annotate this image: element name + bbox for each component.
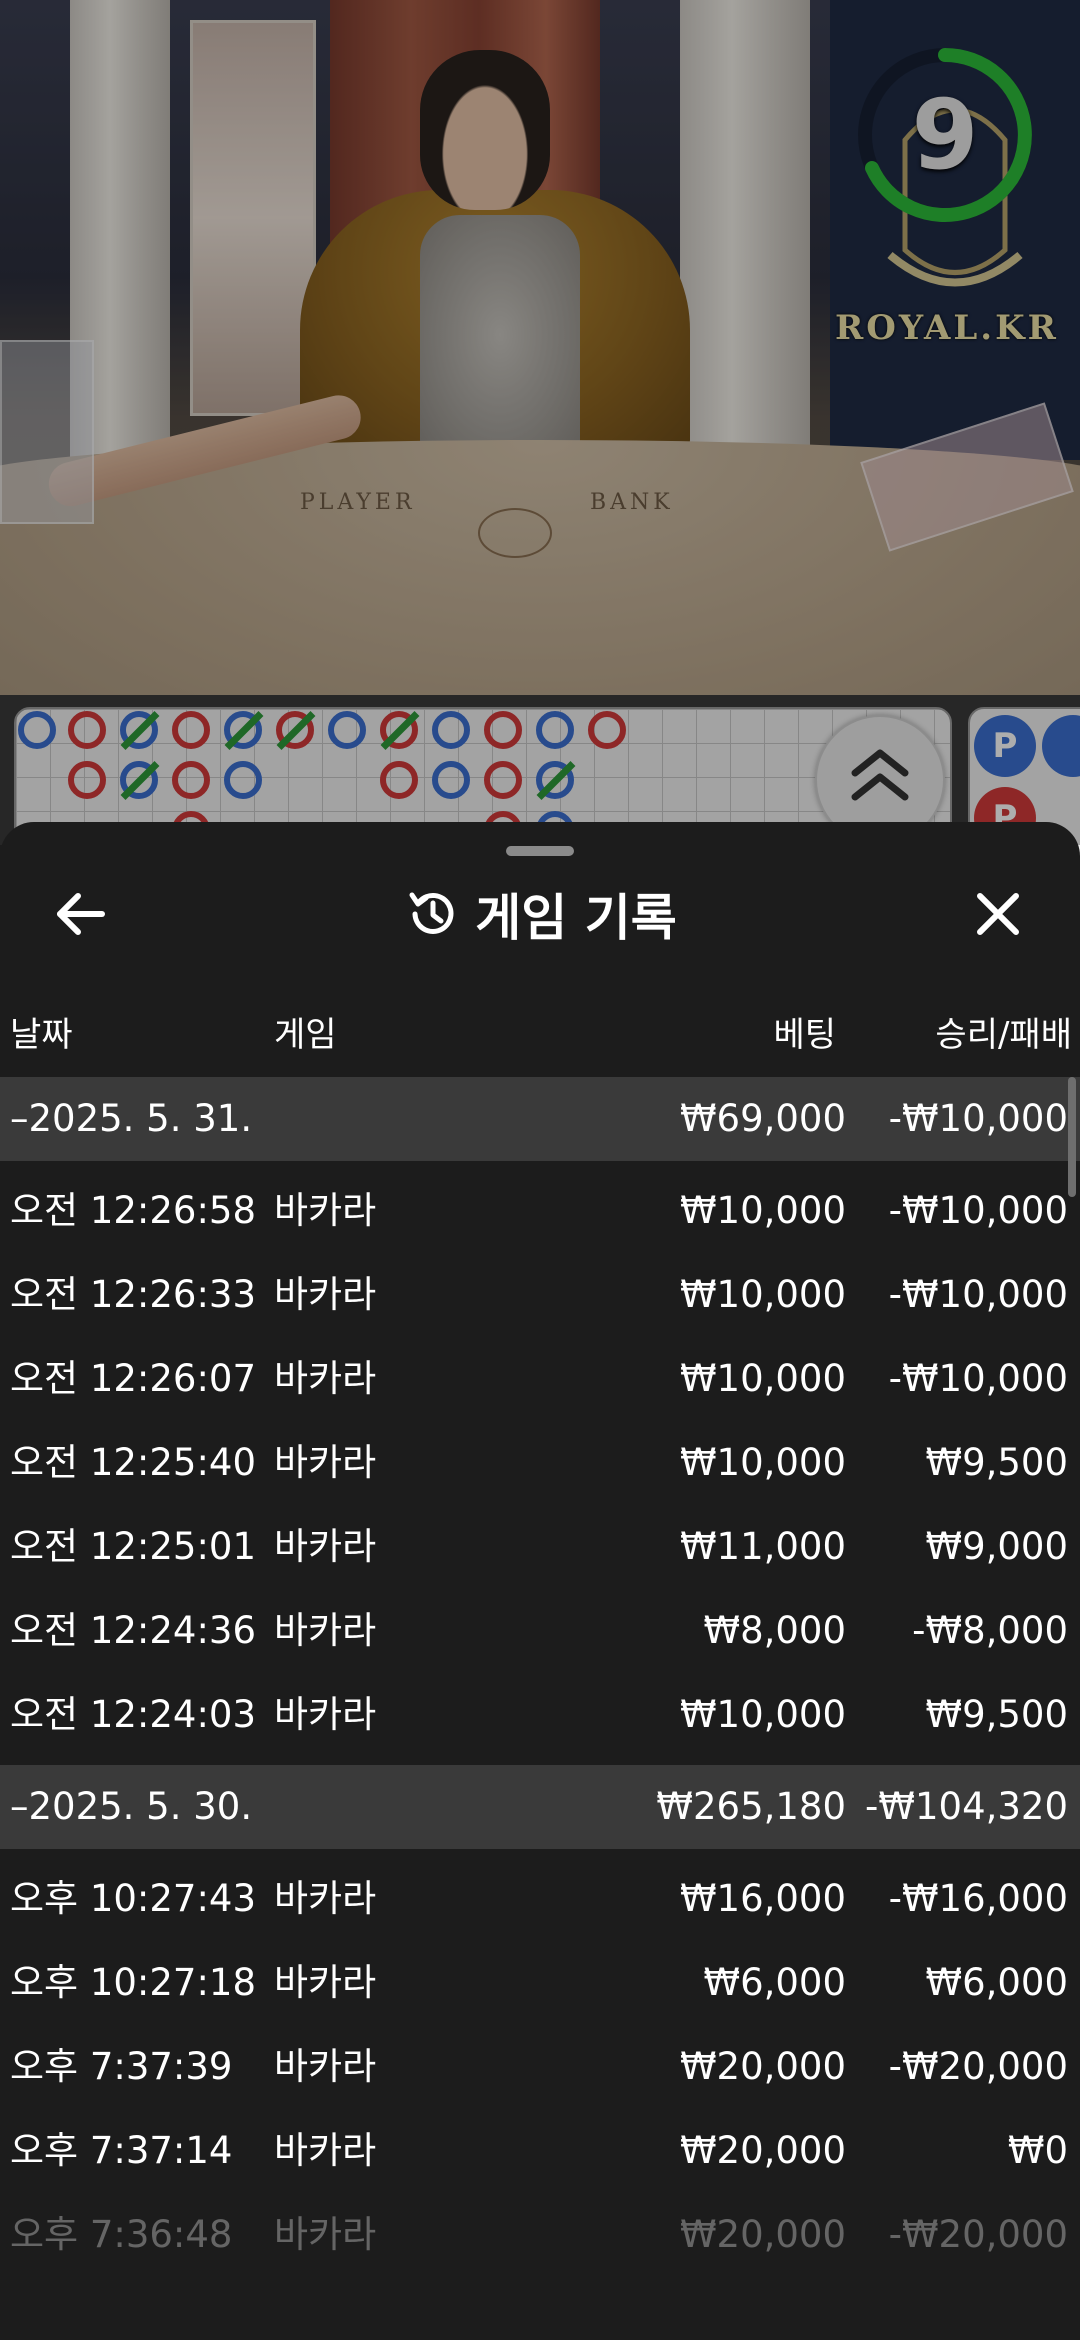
row-time: 오전 12:25:01 [10,1525,257,1568]
history-row[interactable]: 오후 10:27:43 바카라 ₩16,000 -₩16,000 [0,1857,1080,1941]
day-date: –2025. 5. 30. [10,1785,253,1828]
row-result: -₩8,000 [912,1609,1068,1652]
row-bet: ₩10,000 [679,1189,846,1232]
history-row[interactable]: 오전 12:25:40 바카라 ₩10,000 ₩9,500 [0,1421,1080,1505]
column-header-result: 승리/패배 [935,1015,1072,1055]
row-game: 바카라 [274,1273,377,1316]
row-time: 오전 12:26:33 [10,1273,257,1316]
sheet-title: 게임 기록 [475,889,677,947]
scrollbar[interactable] [1068,1077,1076,1197]
history-row[interactable]: 오전 12:24:03 바카라 ₩10,000 ₩9,500 [0,1673,1080,1757]
row-result: -₩20,000 [888,2045,1068,2088]
column-header-date: 날짜 [10,1015,73,1055]
row-game: 바카라 [274,1525,377,1568]
row-result: -₩10,000 [888,1189,1068,1232]
row-result: -₩10,000 [888,1273,1068,1316]
row-bet: ₩10,000 [679,1273,846,1316]
row-result: ₩9,500 [925,1693,1068,1736]
row-bet: ₩20,000 [679,2045,846,2088]
row-time: 오전 12:24:36 [10,1609,257,1652]
day-bet-total: ₩265,180 [656,1785,846,1828]
row-game: 바카라 [274,2045,377,2088]
day-result-total: -₩104,320 [865,1785,1068,1828]
history-row[interactable]: 오후 7:37:39 바카라 ₩20,000 -₩20,000 [0,2025,1080,2109]
day-date: –2025. 5. 31. [10,1097,253,1140]
row-game: 바카라 [274,1609,377,1652]
history-icon [409,892,454,934]
day-bet-total: ₩69,000 [679,1097,846,1140]
row-time: 오전 12:26:58 [10,1189,257,1232]
history-row[interactable]: 오전 12:26:33 바카라 ₩10,000 -₩10,000 [0,1253,1080,1337]
row-time: 오후 10:27:18 [10,1961,257,2004]
day-result-total: -₩10,000 [888,1097,1068,1140]
row-game: 바카라 [274,2213,377,2256]
row-bet: ₩10,000 [679,1357,846,1400]
row-game: 바카라 [274,1693,377,1736]
day-summary-row[interactable]: –2025. 5. 31. ₩69,000 -₩10,000 [0,1077,1080,1161]
row-time: 오후 7:36:48 [10,2213,233,2256]
history-row[interactable]: 오전 12:26:07 바카라 ₩10,000 -₩10,000 [0,1337,1080,1421]
row-game: 바카라 [274,1877,377,1920]
close-button[interactable] [966,882,1030,946]
row-time: 오전 12:24:03 [10,1693,257,1736]
row-result: -₩10,000 [888,1357,1068,1400]
row-result: ₩9,000 [925,1525,1068,1568]
row-bet: ₩10,000 [679,1441,846,1484]
history-row[interactable]: 오전 12:25:01 바카라 ₩11,000 ₩9,000 [0,1505,1080,1589]
sheet-header: 게임 기록 [0,874,1080,954]
row-time: 오전 12:25:40 [10,1441,257,1484]
row-game: 바카라 [274,1961,377,2004]
row-bet: ₩16,000 [679,1877,846,1920]
drag-handle[interactable] [506,846,574,856]
row-time: 오전 12:26:07 [10,1357,257,1400]
row-bet: ₩8,000 [703,1609,846,1652]
row-bet: ₩11,000 [679,1525,846,1568]
row-time: 오후 10:27:43 [10,1877,257,1920]
row-bet: ₩6,000 [703,1961,846,2004]
row-result: -₩16,000 [888,1877,1068,1920]
row-result: ₩0 [1007,2129,1068,2172]
row-game: 바카라 [274,1441,377,1484]
row-game: 바카라 [274,1189,377,1232]
row-time: 오후 7:37:39 [10,2045,233,2088]
row-time: 오후 7:37:14 [10,2129,233,2172]
day-summary-row[interactable]: –2025. 5. 30. ₩265,180 -₩104,320 [0,1765,1080,1849]
row-game: 바카라 [274,2129,377,2172]
history-row[interactable]: 오후 10:27:18 바카라 ₩6,000 ₩6,000 [0,1941,1080,2025]
game-history-sheet: 게임 기록 날짜 게임 베팅 승리/패배 –2025. 5. 31. ₩69,0… [0,822,1080,2340]
row-result: ₩6,000 [925,1961,1068,2004]
history-row[interactable]: 오전 12:26:58 바카라 ₩10,000 -₩10,000 [0,1169,1080,1253]
row-bet: ₩20,000 [679,2129,846,2172]
history-row[interactable]: 오전 12:24:36 바카라 ₩8,000 -₩8,000 [0,1589,1080,1673]
row-game: 바카라 [274,1357,377,1400]
row-bet: ₩10,000 [679,1693,846,1736]
row-result: ₩9,500 [925,1441,1068,1484]
row-bet: ₩20,000 [679,2213,846,2256]
row-result: -₩20,000 [888,2213,1068,2256]
column-header-bet: 베팅 [773,1015,836,1055]
history-list: –2025. 5. 31. ₩69,000 -₩10,000 오전 12:26:… [0,1077,1080,2277]
history-row[interactable]: 오후 7:37:14 바카라 ₩20,000 ₩0 [0,2109,1080,2193]
modal-scrim[interactable] [0,0,1080,845]
close-icon [977,893,1019,935]
column-header-game: 게임 [274,1015,337,1055]
history-row[interactable]: 오후 7:36:48 바카라 ₩20,000 -₩20,000 [0,2193,1080,2277]
